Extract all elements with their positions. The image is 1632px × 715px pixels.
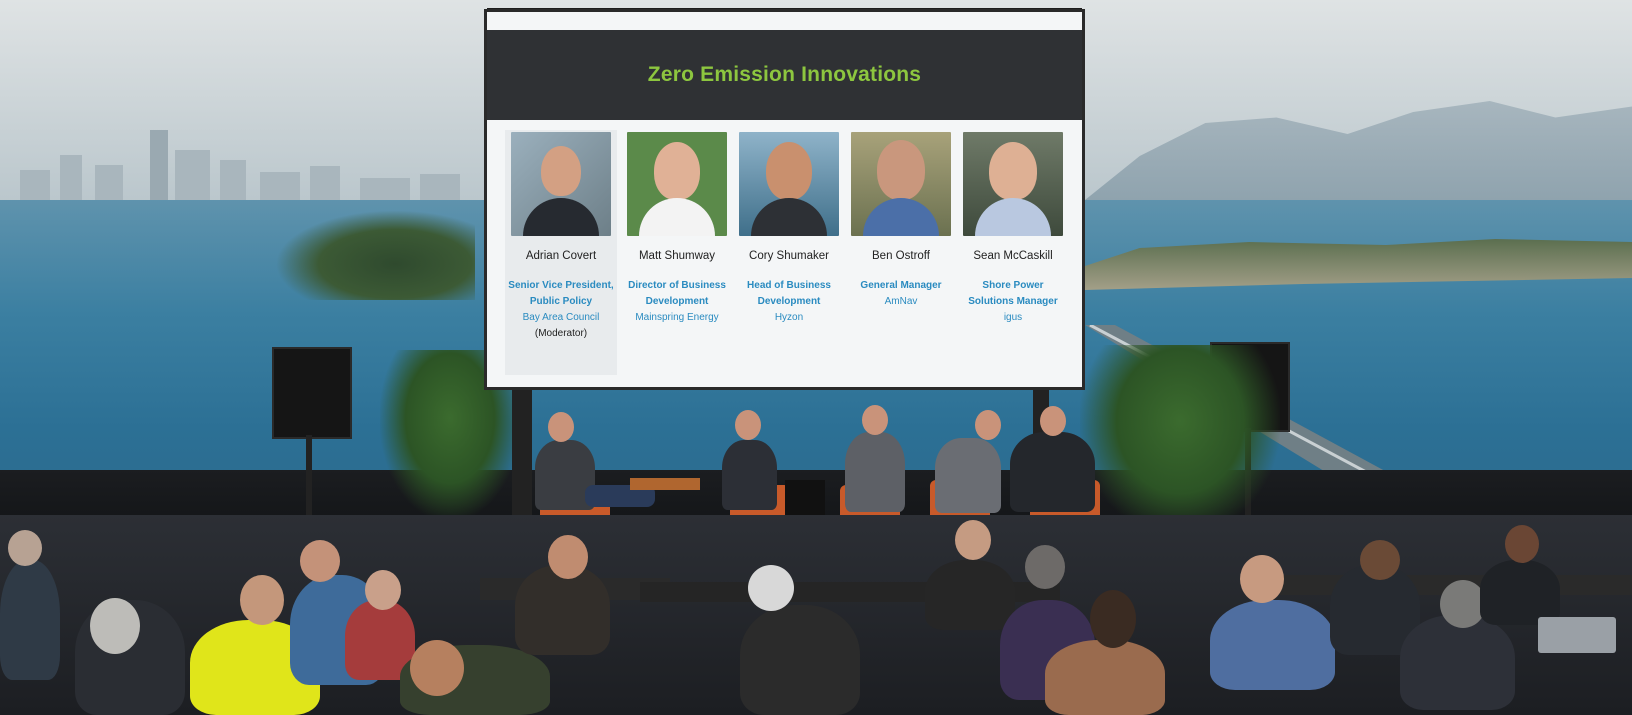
panelist-role: Development xyxy=(757,296,821,307)
audience-head xyxy=(1505,525,1539,563)
island-left xyxy=(275,210,475,300)
panelist-seated xyxy=(1010,432,1095,512)
audience-head xyxy=(365,570,401,610)
panelist-org: igus xyxy=(1003,312,1023,323)
audience-head xyxy=(1360,540,1400,580)
panelist-seated xyxy=(845,432,905,512)
audience-head xyxy=(1090,590,1136,648)
panelist-card-3: Cory Shumaker Head of Business Developme… xyxy=(737,130,841,375)
slide-title: Zero Emission Innovations xyxy=(647,63,922,86)
city-skyline xyxy=(0,120,490,210)
panelist-photo xyxy=(851,132,951,236)
panelist-name: Ben Ostroff xyxy=(872,250,930,262)
audience-member-plaid-shirt xyxy=(1210,600,1335,690)
side-table xyxy=(630,478,700,490)
panelist-head xyxy=(1040,406,1066,436)
panelist-card-2: Matt Shumway Director of Business Develo… xyxy=(625,130,729,375)
audience-head-beanie xyxy=(1025,545,1065,589)
audience-head xyxy=(955,520,991,560)
audience-member xyxy=(925,560,1015,630)
panelist-head xyxy=(735,410,761,440)
audience-head xyxy=(410,640,464,696)
panelist-head xyxy=(548,412,574,442)
panelist-role: Solutions Manager xyxy=(968,296,1058,307)
panelist-role: Public Policy xyxy=(529,296,593,307)
audience-head xyxy=(548,535,588,579)
panelist-list: Adrian Covert Senior Vice President, Pub… xyxy=(505,130,1065,375)
panelist-org: Mainspring Energy xyxy=(635,312,719,323)
audience-head xyxy=(300,540,340,582)
panelist-org: Hyzon xyxy=(774,312,804,323)
audience-head xyxy=(1240,555,1284,603)
presentation-screen: Zero Emission Innovations Adrian Covert … xyxy=(487,12,1082,387)
panelist-seated xyxy=(722,440,777,510)
panelist-seated xyxy=(935,438,1001,513)
panelist-name: Cory Shumaker xyxy=(749,250,829,262)
panelist-card-5: Sean McCaskill Shore Power Solutions Man… xyxy=(961,130,1065,375)
audience-member xyxy=(0,560,60,680)
audience-head xyxy=(90,598,140,654)
speaker-stand-left xyxy=(306,435,312,515)
panelist-org: Bay Area Council xyxy=(522,312,600,323)
moderator-note: (Moderator) xyxy=(534,328,588,339)
audience-head xyxy=(8,530,42,566)
panelist-card-1: Adrian Covert Senior Vice President, Pub… xyxy=(505,130,617,375)
panelist-role: General Manager xyxy=(860,280,942,291)
panelist-photo xyxy=(511,132,611,236)
speaker-left xyxy=(272,347,352,439)
laptop xyxy=(1538,617,1616,653)
panelist-org: AmNav xyxy=(884,296,918,307)
audience-head xyxy=(240,575,284,625)
plant-right xyxy=(1080,345,1280,535)
panelist-name: Sean McCaskill xyxy=(973,250,1053,262)
panelist-name: Adrian Covert xyxy=(525,250,597,262)
panelist-role: Head of Business xyxy=(747,280,831,291)
audience-member xyxy=(740,605,860,715)
audience-member xyxy=(515,565,610,655)
panelist-card-4: Ben Ostroff General Manager AmNav xyxy=(849,130,953,375)
panelist-head xyxy=(862,405,888,435)
audience-head-white-cap xyxy=(748,565,794,611)
audience-member xyxy=(1045,640,1165,715)
audience-member xyxy=(1480,560,1560,625)
conference-scene: Zero Emission Innovations Adrian Covert … xyxy=(0,0,1632,715)
panelist-role: Director of Business xyxy=(628,280,726,291)
panelist-photo xyxy=(627,132,727,236)
panelist-head xyxy=(975,410,1001,440)
panelist-role: Shore Power xyxy=(982,280,1044,291)
slide-header: Zero Emission Innovations xyxy=(487,30,1082,120)
panelist-role: Development xyxy=(645,296,709,307)
panelist-name: Matt Shumway xyxy=(638,250,716,262)
panelist-role: Senior Vice President, xyxy=(508,280,614,291)
panelist-photo xyxy=(963,132,1063,236)
audience-member xyxy=(1400,615,1515,710)
panelist-photo xyxy=(739,132,839,236)
